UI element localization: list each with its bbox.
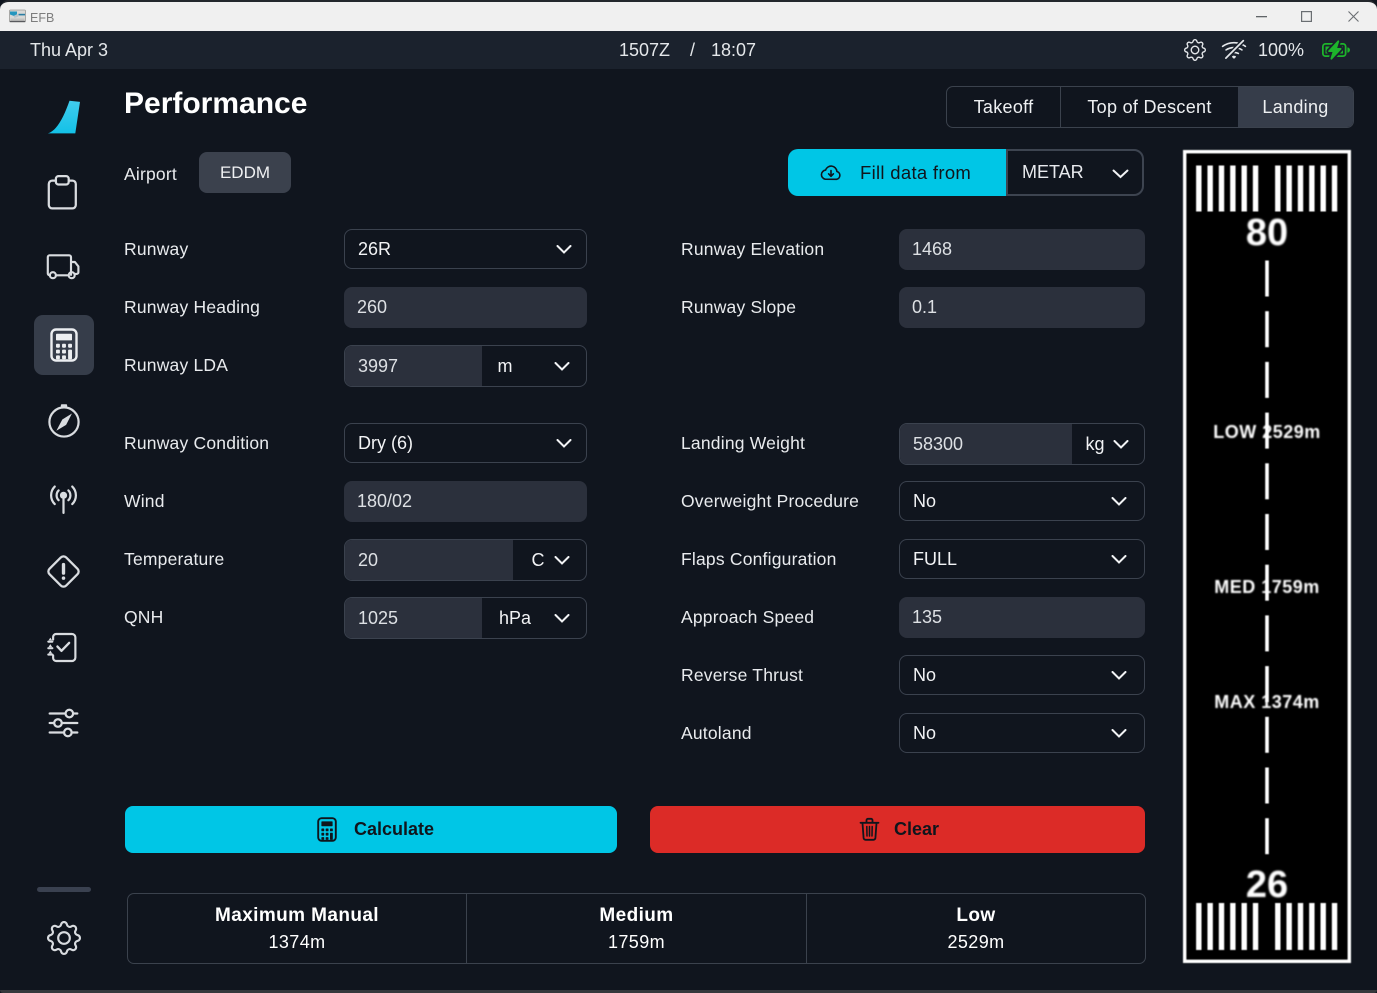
svg-text:26: 26 — [1246, 864, 1288, 906]
svg-text:MAX 1374m: MAX 1374m — [1214, 692, 1320, 712]
svg-text:LOW 2529m: LOW 2529m — [1213, 422, 1321, 442]
svg-text:MED 1759m: MED 1759m — [1214, 577, 1320, 597]
svg-text:80: 80 — [1246, 212, 1288, 254]
